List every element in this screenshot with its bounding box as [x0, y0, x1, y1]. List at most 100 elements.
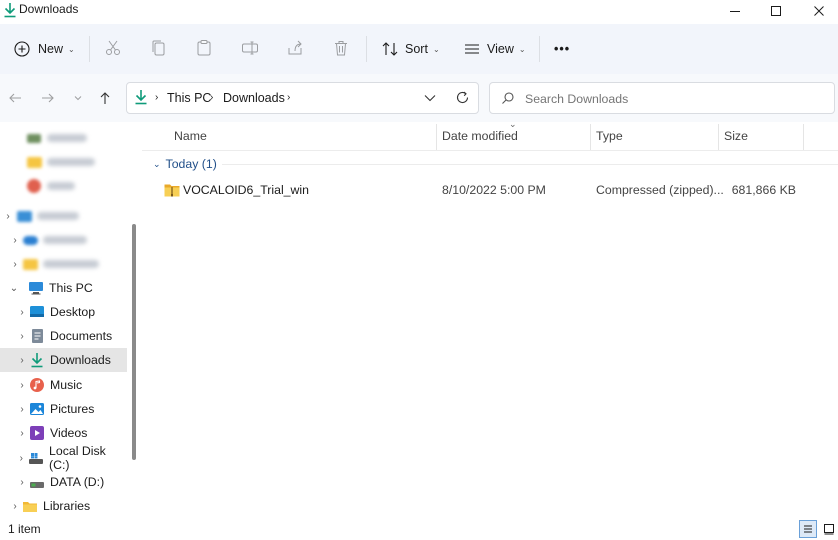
folder-icon — [22, 256, 38, 272]
minimize-icon — [730, 11, 740, 12]
blurred-label — [47, 134, 87, 142]
refresh-icon — [456, 91, 469, 103]
column-divider[interactable] — [718, 124, 719, 150]
status-bar — [0, 518, 838, 540]
download-icon — [135, 90, 147, 105]
nav-item-blurred[interactable]: › — [0, 228, 127, 252]
column-divider[interactable] — [436, 124, 437, 150]
blurred-label — [47, 158, 95, 166]
chevron-down-icon[interactable]: ⌄ — [0, 283, 28, 294]
toolbar-separator — [89, 36, 90, 62]
back-button[interactable] — [5, 88, 25, 108]
nav-label: This PC — [49, 281, 93, 295]
address-history-button[interactable] — [423, 91, 437, 108]
nav-item-local-disk[interactable]: › Local Disk (C:) — [0, 444, 127, 472]
rename-icon[interactable] — [241, 39, 259, 57]
breadcrumb-chevron-icon[interactable]: › — [210, 92, 213, 103]
nav-item-blurred[interactable]: › — [0, 252, 127, 276]
nav-label: Documents — [50, 329, 113, 343]
nav-item-blurred[interactable] — [0, 150, 127, 174]
chevron-down-icon: ⌄ — [68, 44, 75, 54]
column-header-size[interactable]: Size — [724, 129, 748, 143]
nav-label: Downloads — [50, 353, 111, 367]
column-divider[interactable] — [803, 124, 804, 150]
column-header-name[interactable]: Name — [174, 129, 207, 143]
details-view-button[interactable] — [799, 520, 817, 538]
blurred-label — [43, 260, 99, 268]
drive-icon — [26, 130, 42, 146]
group-label: Today (1) — [165, 157, 217, 171]
chevron-right-icon[interactable]: › — [8, 501, 22, 512]
nav-item-downloads[interactable]: › Downloads — [0, 348, 127, 372]
nav-item-videos[interactable]: › Videos — [0, 421, 127, 445]
close-button[interactable] — [796, 0, 838, 22]
delete-icon[interactable] — [332, 39, 350, 57]
new-button[interactable]: New ⌄ — [13, 38, 75, 60]
chevron-right-icon[interactable]: › — [15, 331, 29, 342]
copy-icon[interactable] — [150, 39, 168, 57]
column-header-date-modified[interactable]: Date modified — [442, 129, 518, 143]
minimize-button[interactable] — [712, 0, 758, 22]
nav-item-blurred[interactable] — [0, 174, 127, 198]
nav-item-libraries[interactable]: › Libraries — [0, 494, 127, 518]
nav-item-data-drive[interactable]: › DATA (D:) — [0, 470, 127, 494]
breadcrumb-downloads[interactable]: Downloads — [223, 91, 285, 105]
nav-item-desktop[interactable]: › Desktop — [0, 300, 127, 324]
folder-icon — [26, 154, 42, 170]
breadcrumb-chevron-icon[interactable]: › — [155, 92, 158, 103]
recent-locations-button[interactable] — [68, 88, 88, 108]
maximize-button[interactable] — [753, 0, 799, 22]
chevron-right-icon[interactable]: › — [15, 307, 29, 318]
group-divider — [222, 164, 838, 165]
document-icon — [29, 328, 45, 344]
details-view-icon — [804, 525, 812, 533]
forward-button[interactable] — [38, 88, 58, 108]
file-name[interactable]: VOCALOID6_Trial_win — [183, 183, 309, 197]
view-button[interactable]: View ⌄ — [463, 38, 526, 60]
tiles-view-icon — [824, 524, 834, 535]
nav-item-music[interactable]: › Music — [0, 373, 127, 397]
refresh-button[interactable] — [455, 90, 470, 108]
status-item-count: 1 item — [8, 522, 41, 536]
chevron-right-icon[interactable]: › — [15, 453, 29, 464]
chevron-right-icon[interactable]: › — [15, 477, 29, 488]
file-type: Compressed (zipped)... — [596, 183, 724, 197]
videos-icon — [29, 425, 45, 441]
column-header-type[interactable]: Type — [596, 129, 623, 143]
chevron-right-icon[interactable]: › — [15, 404, 29, 415]
nav-item-blurred[interactable] — [0, 126, 127, 150]
chevron-right-icon[interactable]: › — [15, 380, 29, 391]
nav-item-pictures[interactable]: › Pictures — [0, 397, 127, 421]
group-header-today[interactable]: ⌄ Today (1) — [153, 157, 217, 171]
more-options-button[interactable]: ••• — [554, 38, 570, 60]
paste-icon[interactable] — [195, 39, 213, 57]
nav-label: Videos — [50, 426, 88, 440]
folder-icon — [22, 498, 38, 514]
nav-item-this-pc[interactable]: ⌄ This PC — [0, 276, 127, 300]
breadcrumb-this-pc[interactable]: This PC — [167, 91, 211, 105]
column-divider[interactable] — [590, 124, 591, 150]
search-input[interactable] — [523, 88, 827, 110]
nav-label: Desktop — [50, 305, 96, 319]
breadcrumb-chevron-icon[interactable]: › — [287, 92, 290, 103]
nav-item-documents[interactable]: › Documents — [0, 324, 127, 348]
search-icon — [502, 92, 514, 104]
nav-pane-scrollbar[interactable] — [132, 224, 136, 460]
toolbar-separator — [366, 36, 367, 62]
chevron-down-icon: ⌄ — [432, 44, 440, 54]
view-label: View — [487, 42, 514, 56]
blurred-label — [37, 212, 79, 220]
sort-button[interactable]: Sort ⌄ — [381, 38, 440, 60]
tiles-view-button[interactable] — [820, 520, 838, 538]
chevron-right-icon[interactable]: › — [15, 355, 29, 366]
chevron-right-icon[interactable]: › — [15, 428, 29, 439]
cut-icon[interactable] — [104, 39, 122, 57]
share-icon[interactable] — [286, 39, 304, 57]
up-button[interactable] — [95, 88, 115, 108]
sort-label: Sort — [405, 42, 428, 56]
arrow-left-icon — [9, 93, 21, 103]
computer-icon — [28, 280, 44, 296]
nav-item-blurred[interactable]: › — [0, 204, 127, 228]
download-icon — [4, 3, 16, 18]
arrow-right-icon — [42, 93, 54, 103]
